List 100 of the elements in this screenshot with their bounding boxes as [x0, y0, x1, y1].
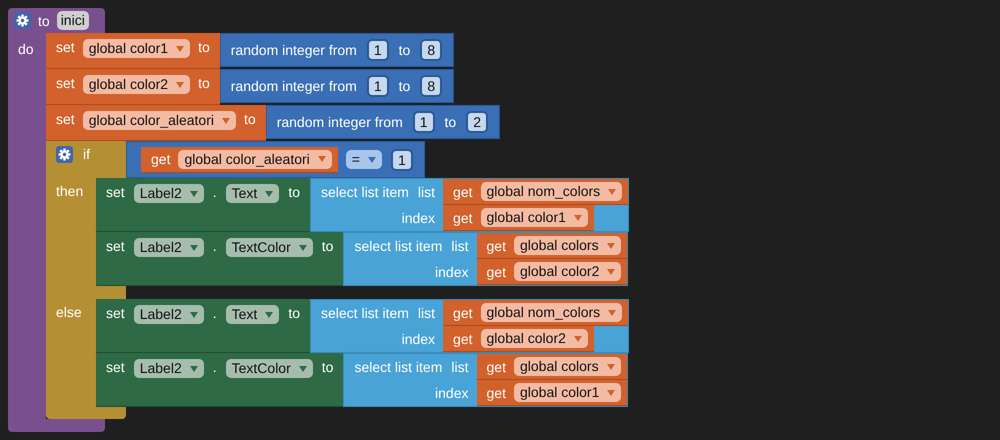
number-field[interactable]: 2: [468, 113, 486, 131]
component-dropdown[interactable]: Label2: [134, 238, 204, 257]
dropdown-arrow-icon: [222, 118, 230, 124]
keyword-label: get: [453, 210, 473, 226]
keyword-label: get: [151, 151, 170, 167]
keyword-label: set: [56, 39, 75, 55]
keyword-label: to: [322, 359, 334, 375]
property-dropdown[interactable]: Text: [226, 305, 280, 324]
block-label: random integer from: [230, 42, 357, 58]
keyword-label: to: [288, 305, 300, 321]
dropdown-arrow-icon: [608, 310, 616, 316]
variable-dropdown[interactable]: global colors: [514, 236, 621, 255]
number-field[interactable]: 1: [368, 77, 387, 95]
dropdown-arrow-icon: [190, 244, 198, 250]
keyword-label: set: [56, 111, 75, 127]
number-field[interactable]: 1: [414, 113, 433, 131]
dropdown-arrow-icon: [607, 268, 616, 274]
keyword-label: to: [288, 184, 300, 200]
keyword-label: if: [83, 146, 90, 162]
dropdown-arrow-icon: [574, 214, 582, 220]
operator-dropdown[interactable]: =: [346, 150, 382, 169]
dropdown-arrow-icon: [608, 188, 616, 194]
keyword-label: to: [198, 39, 210, 55]
keyword-label: to: [444, 114, 456, 130]
keyword-label: set: [106, 305, 125, 321]
socket-label: list: [451, 238, 468, 254]
number-field[interactable]: 8: [422, 41, 440, 59]
property-dropdown[interactable]: TextColor: [226, 238, 313, 257]
dropdown-arrow-icon: [606, 242, 615, 248]
variable-dropdown[interactable]: global color_aleatori: [82, 111, 236, 130]
dropdown-arrow-icon: [265, 312, 274, 318]
dropdown-arrow-icon: [176, 82, 184, 88]
dropdown-arrow-icon: [318, 156, 326, 162]
block-label: select list item: [321, 305, 409, 321]
block-label: random integer from: [276, 114, 403, 130]
variable-dropdown[interactable]: global colors: [514, 357, 621, 376]
variable-dropdown[interactable]: global nom_colors: [480, 303, 622, 322]
variable-dropdown[interactable]: global color2: [82, 75, 190, 94]
block-label: select list item: [321, 184, 409, 200]
dropdown-arrow-icon: [607, 390, 616, 396]
keyword-label: to: [38, 12, 50, 28]
component-dropdown[interactable]: Label2: [134, 359, 204, 378]
keyword-label: get: [453, 330, 473, 346]
keyword-label: set: [106, 359, 125, 375]
variable-dropdown[interactable]: global color1: [480, 208, 588, 227]
keyword-label: else: [56, 304, 82, 320]
gear-icon[interactable]: [56, 146, 73, 163]
keyword-label: get: [453, 304, 473, 320]
dropdown-arrow-icon: [574, 336, 582, 342]
socket-label: index: [402, 210, 436, 226]
dropdown-arrow-icon: [265, 190, 274, 196]
gear-icon[interactable]: [14, 12, 31, 29]
keyword-label: to: [322, 238, 334, 254]
keyword-label: set: [106, 184, 125, 200]
keyword-label: to: [244, 111, 256, 127]
keyword-label: to: [198, 75, 210, 91]
variable-dropdown[interactable]: global color1: [514, 383, 622, 402]
component-dropdown[interactable]: Label2: [134, 184, 204, 203]
keyword-label: get: [453, 184, 473, 200]
block-label: select list item: [354, 238, 442, 254]
variable-dropdown[interactable]: global color2: [480, 329, 588, 348]
dot-label: .: [212, 359, 217, 375]
dropdown-arrow-icon: [298, 244, 307, 250]
procedure-name-field[interactable]: inici: [56, 11, 89, 30]
property-dropdown[interactable]: Text: [226, 184, 280, 203]
dropdown-arrow-icon: [190, 366, 198, 372]
number-field[interactable]: 1: [392, 150, 411, 168]
keyword-label: set: [106, 238, 125, 254]
keyword-label: get: [486, 358, 506, 374]
keyword-label: get: [486, 384, 506, 400]
dropdown-arrow-icon: [368, 156, 376, 162]
variable-dropdown[interactable]: global nom_colors: [480, 182, 622, 201]
keyword-label: to: [398, 78, 410, 94]
block-label: random integer from: [230, 78, 357, 94]
dropdown-arrow-icon: [606, 364, 615, 370]
number-field[interactable]: 8: [422, 77, 440, 95]
socket-label: index: [402, 331, 436, 347]
dropdown-arrow-icon: [176, 46, 184, 52]
keyword-label: then: [56, 183, 84, 199]
dropdown-arrow-icon: [298, 366, 307, 372]
dot-label: .: [212, 238, 217, 254]
dropdown-arrow-icon: [190, 190, 198, 196]
dropdown-arrow-icon: [190, 312, 198, 318]
keyword-label: get: [486, 264, 506, 280]
block-label: select list item: [354, 359, 442, 375]
variable-dropdown[interactable]: global color1: [82, 39, 190, 58]
dot-label: .: [212, 184, 217, 200]
variable-dropdown[interactable]: global color_aleatori: [178, 150, 332, 168]
keyword-label: to: [398, 42, 410, 58]
property-dropdown[interactable]: TextColor: [226, 359, 313, 378]
socket-label: list: [451, 359, 468, 375]
component-dropdown[interactable]: Label2: [134, 305, 204, 324]
keyword-label: get: [486, 238, 506, 254]
keyword-label: do: [18, 41, 34, 57]
socket-label: list: [418, 305, 436, 321]
keyword-label: set: [56, 75, 75, 91]
socket-label: list: [418, 184, 436, 200]
number-field[interactable]: 1: [368, 41, 387, 59]
socket-label: index: [435, 264, 468, 280]
variable-dropdown[interactable]: global color2: [514, 262, 622, 281]
